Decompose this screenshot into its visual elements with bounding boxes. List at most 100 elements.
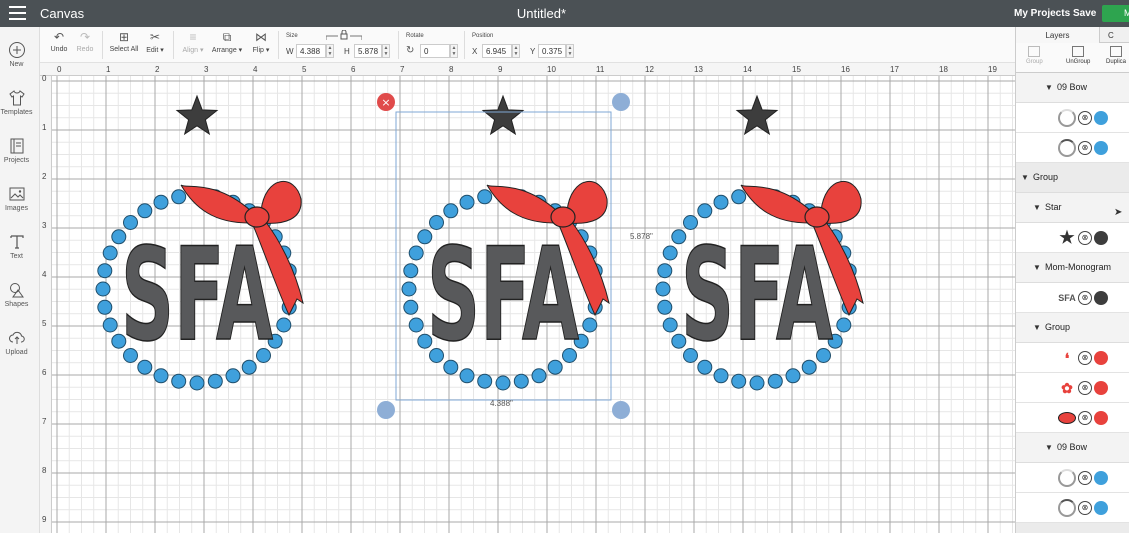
collapse-triangle-icon[interactable]: ▼ — [1033, 203, 1041, 212]
my-projects-link[interactable]: My Projects — [1014, 8, 1070, 19]
height-input[interactable]: 5.878 — [354, 44, 382, 58]
monogram-text: SFA — [427, 221, 579, 370]
align-label: Align ▾ — [182, 47, 204, 54]
select-all-button[interactable]: ⊞ Select All — [108, 30, 140, 53]
y-position-stepper[interactable]: ▲ ▼ — [566, 44, 574, 58]
ring-dot — [767, 373, 783, 389]
flip-menu-button[interactable]: ⋈ Flip ▾ — [250, 30, 272, 54]
cut-operation-icon[interactable]: ⊗ — [1078, 501, 1092, 515]
size-label: Size — [286, 33, 298, 39]
ring-dot — [95, 281, 111, 297]
layer-item[interactable]: ❛ ⊗ — [1016, 343, 1129, 373]
save-button[interactable]: Save — [1073, 8, 1096, 19]
document-title[interactable]: Untitled* — [0, 6, 1083, 21]
make-it-button[interactable]: M — [1102, 5, 1129, 22]
layer-color-swatch[interactable] — [1094, 501, 1108, 515]
templates-button[interactable]: Templates — [0, 89, 33, 116]
layer-color-swatch[interactable] — [1094, 351, 1108, 365]
layer-color-swatch[interactable] — [1094, 111, 1108, 125]
cut-operation-icon[interactable]: ⊗ — [1078, 471, 1092, 485]
lock-proportions-icon[interactable] — [326, 30, 362, 40]
collapse-triangle-icon[interactable]: ▼ — [1033, 323, 1041, 332]
align-menu-button[interactable]: ≡ Align ▾ — [180, 30, 206, 54]
cut-operation-icon[interactable]: ⊗ — [1078, 291, 1092, 305]
upload-button[interactable]: Upload — [0, 329, 33, 356]
layer-group-name: Group — [1045, 322, 1071, 332]
cut-operation-icon[interactable]: ⊗ — [1078, 111, 1092, 125]
cut-operation-icon[interactable]: ⊗ — [1078, 381, 1092, 395]
layer-item[interactable]: ⊗ — [1016, 133, 1129, 163]
toolbar-divider — [102, 31, 103, 59]
cut-operation-icon[interactable]: ⊗ — [1078, 411, 1092, 425]
star-thumbnail-icon: ★ — [1059, 228, 1075, 247]
x-position-stepper[interactable]: ▲ ▼ — [512, 44, 520, 58]
layer-color-swatch[interactable] — [1094, 411, 1108, 425]
resize-handle-icon — [612, 401, 630, 419]
layer-group-header[interactable]: ▼ Star — [1016, 193, 1129, 223]
layer-color-swatch[interactable] — [1094, 141, 1108, 155]
duplicate-button[interactable]: Duplica — [1106, 46, 1126, 65]
layer-item[interactable]: ⊗ — [1016, 463, 1129, 493]
cut-operation-icon[interactable]: ⊗ — [1078, 231, 1092, 245]
layer-group-name: Mom-Monogram — [1045, 262, 1112, 272]
undo-button[interactable]: ↶ Undo — [48, 30, 70, 53]
layer-group-header[interactable]: ▼ 09 Bow — [1016, 433, 1129, 463]
collapse-triangle-icon[interactable]: ▼ — [1045, 443, 1053, 452]
shapes-button[interactable]: Shapes — [0, 281, 33, 308]
collapse-triangle-icon[interactable]: ▼ — [1033, 263, 1041, 272]
layer-color-swatch[interactable] — [1094, 231, 1108, 245]
layer-item[interactable]: SFA ⊗ — [1016, 283, 1129, 313]
projects-button[interactable]: Projects — [0, 137, 33, 164]
layer-item[interactable]: ⊗ — [1016, 403, 1129, 433]
select-all-icon: ⊞ — [118, 30, 130, 44]
duplicate-label: Duplica — [1106, 59, 1127, 65]
layer-color-swatch[interactable] — [1094, 291, 1108, 305]
cut-operation-icon[interactable]: ⊗ — [1078, 141, 1092, 155]
layer-color-swatch[interactable] — [1094, 381, 1108, 395]
x-position-input[interactable]: 6.945 — [482, 44, 512, 58]
layer-group-header[interactable]: ▼ Mom-Monogram — [1016, 253, 1129, 283]
redo-label: Redo — [76, 46, 94, 53]
shapes-icon — [9, 283, 24, 298]
y-position-input[interactable]: 0.375 — [538, 44, 566, 58]
tab-color-sync[interactable]: C — [1108, 27, 1114, 40]
tab-layers[interactable]: Layers — [1016, 27, 1100, 43]
height-stepper[interactable]: ▲ ▼ — [382, 44, 390, 58]
layer-item[interactable]: ★ ⊗ — [1016, 223, 1129, 253]
rotate-stepper[interactable]: ▲ ▼ — [450, 44, 458, 58]
layer-item[interactable]: ⊗ — [1016, 103, 1129, 133]
ungroup-button[interactable]: UnGroup — [1066, 46, 1090, 65]
layer-group-header[interactable]: ▼Group — [1016, 523, 1129, 533]
redo-button[interactable]: ↷ Redo — [74, 30, 96, 53]
text-button[interactable]: Text — [0, 233, 33, 260]
ring-dot — [171, 189, 187, 205]
collapse-triangle-icon[interactable]: ▼ — [1021, 173, 1029, 182]
width-input[interactable]: 4.388 — [296, 44, 326, 58]
ring-dot — [785, 368, 801, 384]
layer-group-header[interactable]: ▼Group — [1016, 163, 1129, 193]
bow-knot — [550, 206, 576, 228]
ring-dot — [225, 368, 241, 384]
layer-group-name: 09 Bow — [1057, 442, 1088, 452]
arrange-menu-button[interactable]: ⧉ Arrange ▾ — [208, 30, 246, 54]
cut-operation-icon[interactable]: ⊗ — [1078, 351, 1092, 365]
width-stepper[interactable]: ▲ ▼ — [326, 44, 334, 58]
ring-dot — [401, 281, 417, 297]
text-t-icon — [9, 235, 24, 249]
star-shape — [175, 94, 219, 136]
collapse-triangle-icon[interactable]: ▼ — [1045, 83, 1053, 92]
edit-menu-button[interactable]: ✂ Edit ▾ — [144, 30, 166, 54]
layer-item[interactable]: ✿ ⊗ — [1016, 373, 1129, 403]
rotate-input[interactable]: 0 — [420, 44, 450, 58]
design-canvas[interactable]: 0 1 2 3 4 5 6 7 8 9 10 11 12 13 14 15 16 17 18 19 012345678… — [40, 63, 1015, 533]
group-icon — [1028, 46, 1041, 57]
layer-group-header[interactable]: ▼ Group — [1016, 313, 1129, 343]
group-button[interactable]: Group — [1026, 46, 1043, 65]
layer-group-header[interactable]: ▼ 09 Bow — [1016, 73, 1129, 103]
lock-handle-icon — [377, 401, 395, 419]
images-button[interactable]: Images — [0, 185, 33, 212]
layer-item[interactable]: ⊗ — [1016, 493, 1129, 523]
layer-color-swatch[interactable] — [1094, 471, 1108, 485]
new-button[interactable]: New — [0, 41, 33, 68]
edit-toolbar: ↶ Undo ↷ Redo ⊞ Select All ✂ Edit ▾ ≡ Al… — [40, 27, 1015, 63]
